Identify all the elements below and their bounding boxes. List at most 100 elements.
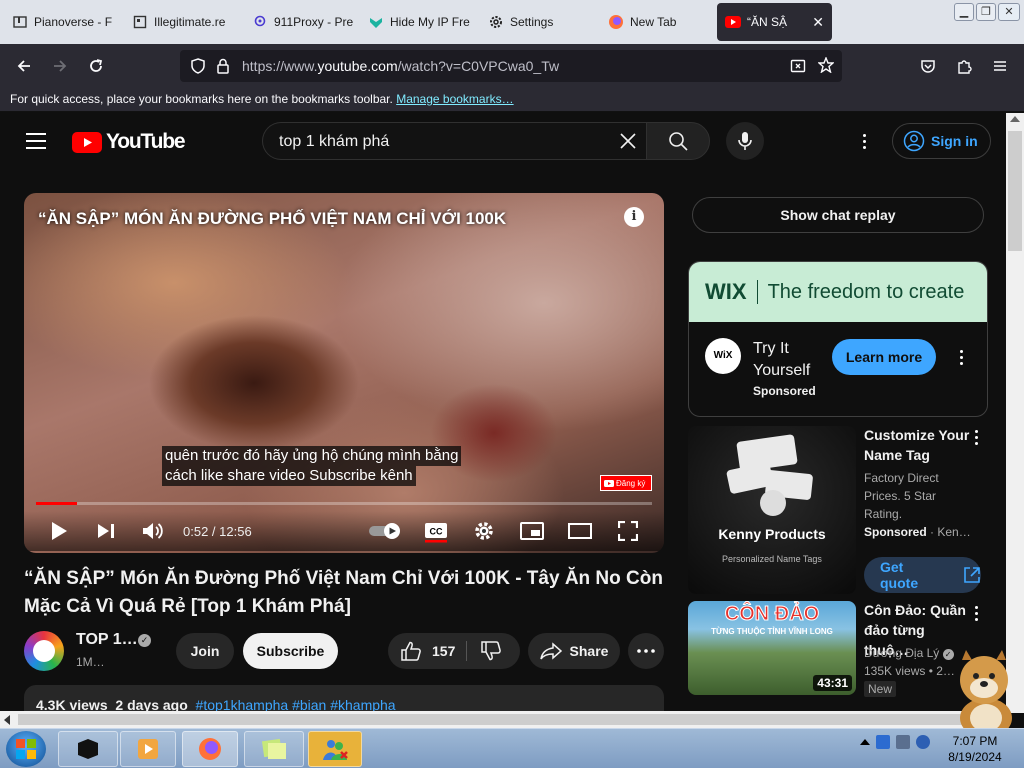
restore-button[interactable]: ❐ xyxy=(976,3,996,21)
start-button[interactable] xyxy=(6,731,46,767)
autoplay-toggle[interactable] xyxy=(368,519,404,543)
ad-menu-kebab-icon[interactable] xyxy=(951,347,971,367)
fullscreen-button[interactable] xyxy=(616,519,640,543)
users-icon xyxy=(323,740,348,760)
progress-bar[interactable] xyxy=(36,502,652,505)
account-circle-icon xyxy=(903,130,925,152)
like-button[interactable]: 157 xyxy=(400,641,455,661)
voice-search-button[interactable] xyxy=(726,122,764,160)
youtube-play-logo-icon xyxy=(72,131,102,153)
ad-tagline: The freedom to create xyxy=(767,280,965,303)
description-box[interactable]: 4.3K views 2 days ago #top1khampha #bian… xyxy=(24,685,664,713)
settings-kebab-icon[interactable] xyxy=(854,131,874,151)
reload-button[interactable] xyxy=(84,54,108,78)
app-menu-button[interactable] xyxy=(988,54,1012,78)
thumbs-up-icon xyxy=(401,641,421,661)
scroll-up-icon[interactable] xyxy=(1010,116,1020,122)
captions-button[interactable]: CC xyxy=(424,519,448,543)
tab-911proxy[interactable]: 911Proxy - Pre xyxy=(244,4,356,40)
subscribe-button[interactable]: Subscribe xyxy=(243,633,338,669)
ad-banner[interactable]: WIX The freedom to create xyxy=(689,262,987,322)
pocket-button[interactable] xyxy=(916,54,940,78)
firefox-icon xyxy=(608,14,624,30)
con-dao-thumbnail[interactable]: CÔN ĐẢO TỪNG THUỘC TỈNH VĨNH LONG 43:31 xyxy=(688,601,856,695)
browser-nav-bar: https://www.youtube.com/watch?v=C0VPCwa0… xyxy=(0,44,1024,88)
taskbar-app-media-player[interactable] xyxy=(120,731,176,767)
dislike-button[interactable] xyxy=(480,641,502,661)
bookmarks-toolbar: For quick access, place your bookmarks h… xyxy=(0,88,1024,112)
channel-name[interactable]: TOP 1… xyxy=(76,631,138,649)
tab-label: Pianoverse - F xyxy=(34,15,113,29)
taskbar-app-users[interactable] xyxy=(308,731,362,767)
kenny-menu-kebab-icon[interactable] xyxy=(966,427,986,447)
search-input[interactable]: top 1 khám phá xyxy=(262,122,646,160)
play-button[interactable] xyxy=(47,519,71,543)
tab-new-tab[interactable]: New Tab xyxy=(600,4,712,40)
scroll-left-icon[interactable] xyxy=(4,715,10,725)
forward-button[interactable] xyxy=(48,54,72,78)
kenny-ad-title[interactable]: Customize Your Name Tag xyxy=(864,425,970,465)
network-icon[interactable] xyxy=(896,735,910,749)
manage-bookmarks-link[interactable]: Manage bookmarks… xyxy=(396,92,513,106)
info-icon[interactable]: i xyxy=(624,207,644,227)
tab-youtube-active[interactable]: “ĂN SẬ ✕ xyxy=(717,3,832,41)
kenny-products-thumbnail[interactable]: Kenny Products Personalized Name Tags xyxy=(688,426,856,594)
tab-pianoverse[interactable]: Pianoverse - F xyxy=(4,4,122,40)
search-button[interactable] xyxy=(646,122,710,160)
bookmark-star-icon[interactable] xyxy=(818,57,834,73)
black-cube-icon xyxy=(78,739,98,759)
scrollbar-thumb[interactable] xyxy=(18,714,968,725)
guide-menu-icon[interactable] xyxy=(26,133,46,149)
volume-icon xyxy=(143,523,163,539)
verified-check-icon: ✓ xyxy=(138,634,151,647)
get-quote-button[interactable]: Get quote xyxy=(864,557,981,593)
vertical-scrollbar[interactable] xyxy=(1006,113,1024,713)
window-controls: ▁ ❐ ✕ xyxy=(954,3,1020,21)
sign-in-button[interactable]: Sign in xyxy=(892,123,991,159)
mute-button[interactable] xyxy=(141,519,165,543)
extensions-button[interactable] xyxy=(952,54,976,78)
clear-search-icon[interactable] xyxy=(618,131,638,151)
share-button[interactable]: Share xyxy=(528,633,620,669)
tab-illegitimate[interactable]: Illegitimate.re xyxy=(124,4,242,40)
clock[interactable]: 7:07 PM 8/19/2024 xyxy=(930,733,1020,765)
taskbar-app-terminal[interactable] xyxy=(58,731,118,767)
tab-label: New Tab xyxy=(630,15,677,29)
join-button[interactable]: Join xyxy=(176,633,234,669)
volume-icon[interactable] xyxy=(916,735,930,749)
tray-expand-icon[interactable] xyxy=(860,739,870,745)
taskbar-app-firefox[interactable] xyxy=(182,731,238,767)
lock-icon[interactable] xyxy=(216,58,230,74)
settings-button[interactable] xyxy=(472,519,496,543)
like-dislike-group: 157 xyxy=(388,633,520,669)
show-chat-replay-button[interactable]: Show chat replay xyxy=(692,197,984,233)
thumbs-down-icon xyxy=(481,641,501,661)
video-player[interactable]: “ĂN SẬP” MÓN ĂN ĐƯỜNG PHỐ VIỆT NAM CHỈ V… xyxy=(24,193,664,553)
tracking-shield-icon[interactable] xyxy=(190,58,206,74)
play-icon xyxy=(52,522,67,540)
con-dao-menu-kebab-icon[interactable] xyxy=(966,603,986,623)
back-button[interactable] xyxy=(12,54,36,78)
horizontal-scrollbar[interactable] xyxy=(0,711,1006,728)
next-button[interactable] xyxy=(94,519,118,543)
address-bar[interactable]: https://www.youtube.com/watch?v=C0VPCwa0… xyxy=(180,50,842,82)
thumbnail-title: Kenny Products xyxy=(718,526,826,542)
kenny-ad-description: Factory Direct Prices. 5 Star Rating. xyxy=(864,471,939,521)
theater-mode-button[interactable] xyxy=(568,519,592,543)
taskbar-app-sticky-notes[interactable] xyxy=(244,731,304,767)
wix-ad-card[interactable]: WIX The freedom to create WiX Try It You… xyxy=(688,261,988,417)
close-window-button[interactable]: ✕ xyxy=(998,3,1020,21)
youtube-logo[interactable]: YouTube xyxy=(72,130,186,154)
scrollbar-thumb[interactable] xyxy=(1008,131,1022,251)
youtube-icon xyxy=(725,14,741,30)
close-tab-icon[interactable]: ✕ xyxy=(812,14,824,31)
tab-settings[interactable]: Settings xyxy=(480,4,592,40)
minimize-button[interactable]: ▁ xyxy=(954,3,974,21)
reader-view-icon[interactable] xyxy=(790,58,806,74)
tab-hidemyip[interactable]: Hide My IP Fre xyxy=(360,4,474,40)
more-actions-button[interactable] xyxy=(628,633,664,669)
miniplayer-button[interactable] xyxy=(520,519,544,543)
learn-more-button[interactable]: Learn more xyxy=(832,339,936,375)
channel-avatar[interactable] xyxy=(24,631,64,671)
tray-app-icon[interactable] xyxy=(876,735,890,749)
